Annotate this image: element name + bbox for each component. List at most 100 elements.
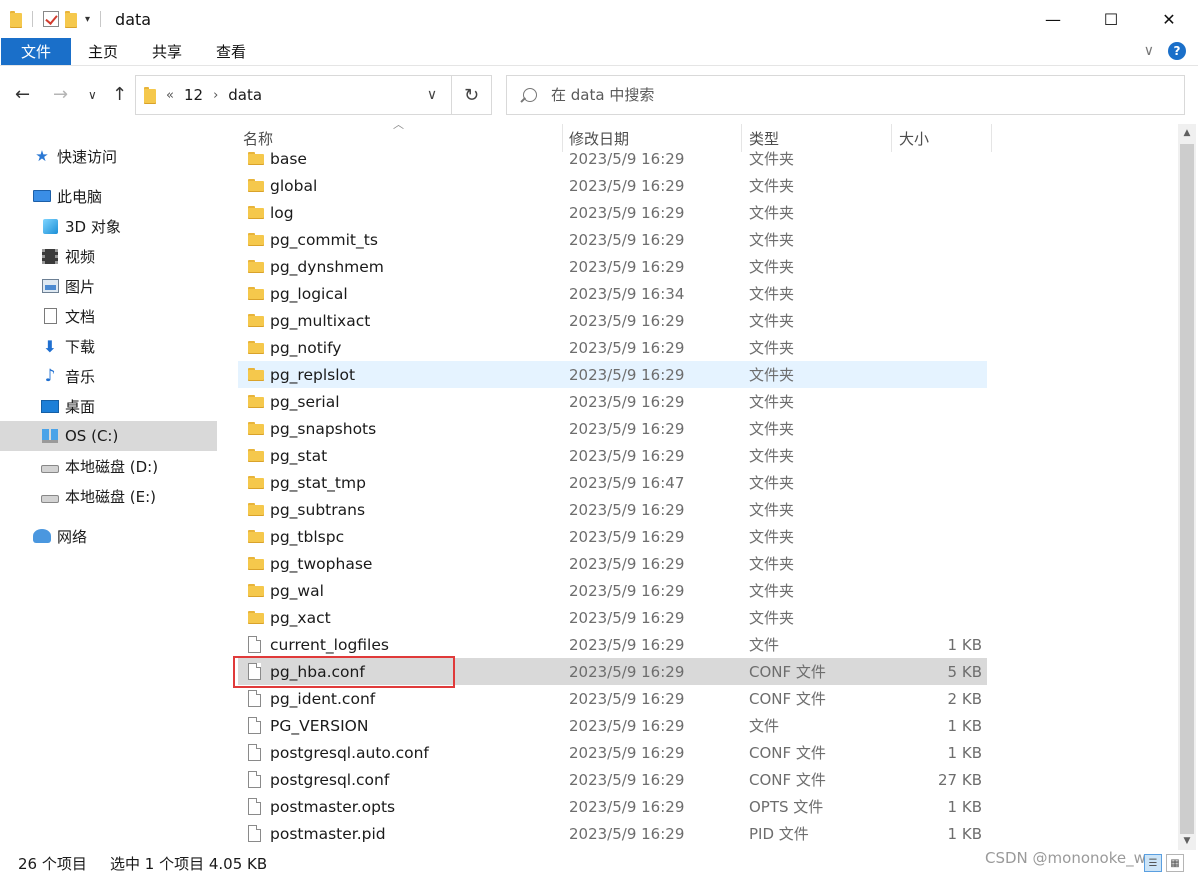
expand-ribbon-chevron-icon[interactable]: ∨ [1144,43,1154,59]
table-row[interactable]: pg_twophase 2023/5/9 16:29 文件夹 [238,550,987,577]
file-modified-date: 2023/5/9 16:29 [569,554,685,573]
file-type: OPTS 文件 [749,798,824,816]
file-size: 5 KB [947,662,982,681]
maximize-button[interactable]: ☐ [1082,0,1140,38]
file-size: 1 KB [947,635,982,654]
table-row[interactable]: pg_stat_tmp 2023/5/9 16:47 文件夹 [238,469,987,496]
details-view-icon[interactable]: ☰ [1144,854,1162,872]
sidebar-item-3d-objects[interactable]: 3D 对象 [0,211,217,241]
table-row[interactable]: PG_VERSION 2023/5/9 16:29 文件 1 KB [238,712,987,739]
table-row[interactable]: pg_notify 2023/5/9 16:29 文件夹 [238,334,987,361]
table-row[interactable]: pg_serial 2023/5/9 16:29 文件夹 [238,388,987,415]
table-row[interactable]: pg_logical 2023/5/9 16:34 文件夹 [238,280,987,307]
sidebar-item-music[interactable]: ♪ 音乐 [0,361,217,391]
help-icon[interactable]: ? [1168,42,1186,60]
file-type: 文件夹 [749,393,795,411]
file-modified-date: 2023/5/9 16:29 [569,689,685,708]
sidebar-item-network[interactable]: 网络 [0,521,217,551]
sidebar-item-desktop[interactable]: 桌面 [0,391,217,421]
breadcrumb-item-12[interactable]: 12 [184,86,203,104]
table-row[interactable]: pg_replslot 2023/5/9 16:29 文件夹 [238,361,987,388]
search-box[interactable] [506,75,1185,115]
recent-locations-chevron-icon[interactable]: ∨ [88,88,97,102]
forward-arrow-icon[interactable]: → [53,84,68,105]
sidebar-item-quick-access[interactable]: ★ 快速访问 [0,141,217,171]
table-row[interactable]: pg_snapshots 2023/5/9 16:29 文件夹 [238,415,987,442]
file-type: 文件 [749,717,780,735]
table-row[interactable]: pg_xact 2023/5/9 16:29 文件夹 [238,604,987,631]
table-row[interactable]: base 2023/5/9 16:29 文件夹 [238,145,987,172]
close-button[interactable]: ✕ [1140,0,1198,38]
table-row[interactable]: pg_subtrans 2023/5/9 16:29 文件夹 [238,496,987,523]
ribbon-right-controls: ∨ ? [1144,42,1186,60]
scroll-up-icon[interactable]: ▲ [1178,124,1196,142]
file-name: pg_stat [270,446,328,465]
folder-icon [248,449,264,462]
sidebar-item-this-pc[interactable]: 此电脑 [0,181,217,211]
sidebar-item-drive-d[interactable]: 本地磁盘 (D:) [0,451,217,481]
table-row[interactable]: current_logfiles 2023/5/9 16:29 文件 1 KB [238,631,987,658]
properties-icon[interactable] [43,11,59,27]
navigation-bar: ← → ∨ ↑ « 12 › data ∨ ↻ [0,66,1198,124]
sidebar-item-label: 图片 [65,277,96,296]
tab-view[interactable]: 查看 [199,38,263,65]
table-row[interactable]: pg_stat 2023/5/9 16:29 文件夹 [238,442,987,469]
scroll-down-icon[interactable]: ▼ [1178,832,1196,850]
folder-icon [248,314,264,327]
table-row[interactable]: postmaster.opts 2023/5/9 16:29 OPTS 文件 1 KB [238,793,987,820]
sidebar-item-pictures[interactable]: 图片 [0,271,217,301]
title-bar: ▾ data — ☐ ✕ [0,0,1198,38]
file-modified-date: 2023/5/9 16:29 [569,176,685,195]
table-row[interactable]: pg_dynshmem 2023/5/9 16:29 文件夹 [238,253,987,280]
search-input[interactable] [551,86,1051,104]
sidebar-item-documents[interactable]: 文档 [0,301,217,331]
address-dropdown-chevron-icon[interactable]: ∨ [413,76,451,114]
sidebar-item-label: 下载 [65,337,96,356]
refresh-icon[interactable]: ↻ [451,76,491,114]
table-row[interactable]: global 2023/5/9 16:29 文件夹 [238,172,987,199]
chevron-right-icon[interactable]: › [213,88,218,103]
new-folder-icon[interactable] [65,10,77,28]
breadcrumb-overflow[interactable]: « [166,88,174,103]
table-row[interactable]: postgresql.conf 2023/5/9 16:29 CONF 文件 27 K… [238,766,987,793]
sidebar-item-label: 桌面 [65,397,96,416]
back-arrow-icon[interactable]: ← [15,84,30,105]
sidebar-item-label: 音乐 [65,367,96,386]
sidebar-item-downloads[interactable]: ⬇ 下载 [0,331,217,361]
breadcrumb-item-data[interactable]: data [228,86,262,104]
address-bar[interactable]: « 12 › data ∨ ↻ [135,75,492,115]
file-modified-date: 2023/5/9 16:29 [569,392,685,411]
table-row[interactable]: log 2023/5/9 16:29 文件夹 [238,199,987,226]
file-modified-date: 2023/5/9 16:29 [569,527,685,546]
up-arrow-icon[interactable]: ↑ [112,84,127,105]
sidebar-item-drive-e[interactable]: 本地磁盘 (E:) [0,481,217,511]
table-row[interactable]: pg_commit_ts 2023/5/9 16:29 文件夹 [238,226,987,253]
table-row[interactable]: pg_wal 2023/5/9 16:29 文件夹 [238,577,987,604]
vertical-scrollbar[interactable]: ▲ ▼ [1178,124,1196,850]
file-type: PID 文件 [749,825,809,843]
file-name: postgresql.conf [270,770,390,789]
file-type: 文件夹 [749,285,795,303]
tab-share[interactable]: 共享 [135,38,199,65]
table-row[interactable]: pg_multixact 2023/5/9 16:29 文件夹 [238,307,987,334]
large-icons-view-icon[interactable]: ▦ [1166,854,1184,872]
table-row[interactable]: pg_tblspc 2023/5/9 16:29 文件夹 [238,523,987,550]
table-row[interactable]: postmaster.pid 2023/5/9 16:29 PID 文件 1 KB [238,820,987,847]
column-divider[interactable] [991,124,992,152]
minimize-button[interactable]: — [1024,0,1082,38]
os-drive-icon [41,428,59,444]
file-type: 文件夹 [749,366,795,384]
sidebar-item-videos[interactable]: 视频 [0,241,217,271]
scrollbar-thumb[interactable] [1180,144,1194,834]
file-name: pg_serial [270,392,340,411]
customize-toolbar-dropdown[interactable]: ▾ [85,14,90,25]
folder-icon [248,395,264,408]
sidebar-item-os-c[interactable]: OS (C:) [0,421,217,451]
tab-file[interactable]: 文件 [1,38,71,65]
tab-home[interactable]: 主页 [71,38,135,65]
file-name: pg_dynshmem [270,257,384,276]
table-row[interactable]: pg_ident.conf 2023/5/9 16:29 CONF 文件 2 KB [238,685,987,712]
file-type: 文件夹 [749,177,795,195]
table-row[interactable]: postgresql.auto.conf 2023/5/9 16:29 CONF 文… [238,739,987,766]
star-icon: ★ [35,147,49,165]
